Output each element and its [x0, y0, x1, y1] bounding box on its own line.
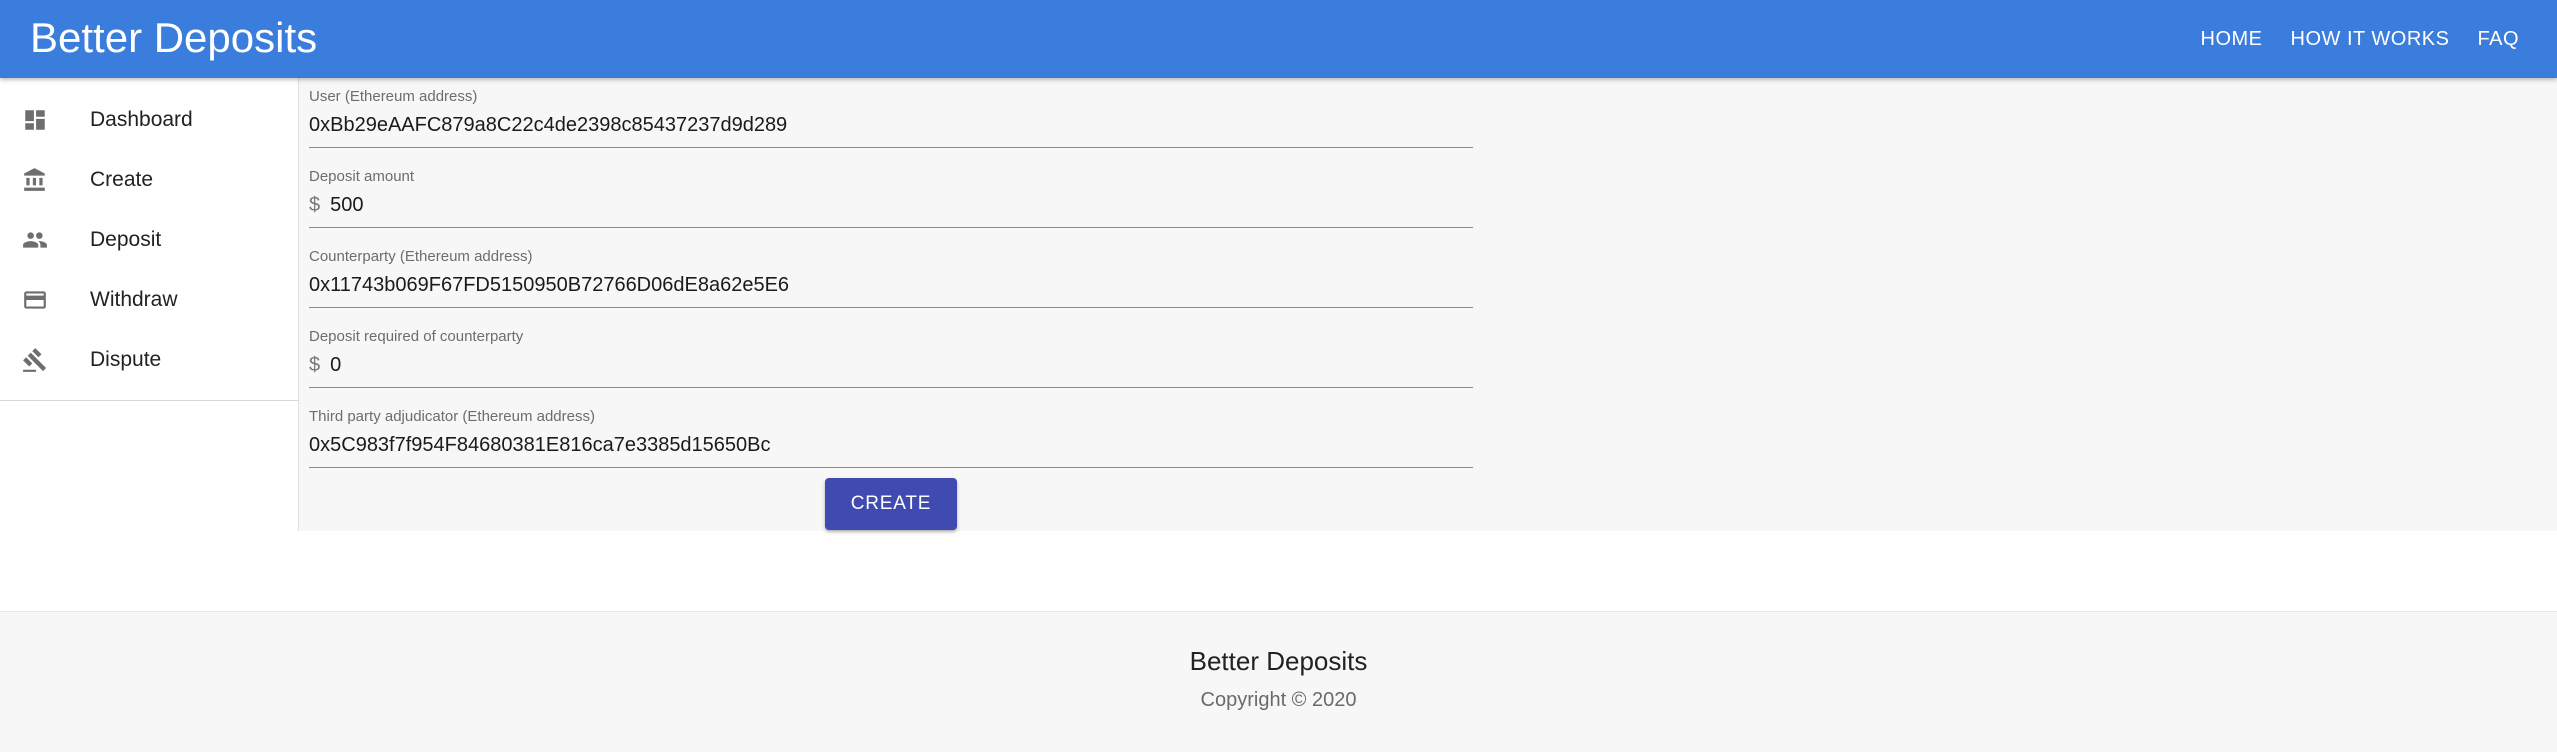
nav-how-it-works-link[interactable]: HOW IT WORKS	[2277, 28, 2464, 51]
create-form: User (Ethereum address) 0xBb29eAAFC879a8…	[299, 78, 2557, 531]
nav-faq-link[interactable]: FAQ	[2463, 28, 2533, 51]
sidebar-item-label: Create	[90, 168, 154, 191]
counterparty-deposit-value: 0	[330, 354, 342, 376]
adjudicator-address-label: Third party adjudicator (Ethereum addres…	[309, 408, 595, 425]
user-address-label: User (Ethereum address)	[309, 88, 478, 105]
sidebar-item-label: Withdraw	[90, 288, 178, 311]
counterparty-address-input[interactable]: 0x11743b069F67FD5150950B72766D06dE8a62e5…	[309, 274, 789, 297]
create-button[interactable]: CREATE	[825, 478, 957, 530]
sidebar: Dashboard Create Deposit Withdraw Disput…	[0, 78, 299, 531]
sidebar-item-dispute[interactable]: Dispute	[0, 330, 298, 390]
deposit-amount-value: 500	[330, 194, 364, 216]
gavel-icon	[22, 347, 48, 373]
sidebar-item-deposit[interactable]: Deposit	[0, 210, 298, 270]
deposit-amount-input[interactable]: $500	[309, 194, 364, 217]
app-bar: Better Deposits HOME HOW IT WORKS FAQ	[0, 0, 2557, 78]
footer-title: Better Deposits	[1189, 646, 1368, 676]
sidebar-item-withdraw[interactable]: Withdraw	[0, 270, 298, 330]
counterparty-address-field[interactable]: Counterparty (Ethereum address) 0x11743b…	[309, 238, 1473, 308]
people-icon	[22, 227, 48, 253]
counterparty-deposit-field[interactable]: Deposit required of counterparty $0	[309, 318, 1473, 388]
sidebar-list: Dashboard Create Deposit Withdraw Disput…	[0, 78, 298, 401]
bank-icon	[22, 167, 48, 193]
credit-card-icon	[22, 287, 48, 313]
deposit-amount-label: Deposit amount	[309, 168, 415, 185]
counterparty-deposit-label: Deposit required of counterparty	[309, 328, 524, 345]
user-address-input[interactable]: 0xBb29eAAFC879a8C22c4de2398c85437237d9d2…	[309, 114, 787, 137]
currency-prefix: $	[309, 354, 321, 376]
nav-home-link[interactable]: HOME	[2187, 28, 2277, 51]
brand-title[interactable]: Better Deposits	[30, 12, 317, 64]
currency-prefix: $	[309, 194, 321, 216]
footer: Better Deposits Copyright © 2020	[0, 611, 2557, 752]
deposit-amount-field[interactable]: Deposit amount $500	[309, 158, 1473, 228]
sidebar-item-dashboard[interactable]: Dashboard	[0, 90, 298, 150]
counterparty-deposit-input[interactable]: $0	[309, 354, 341, 377]
sidebar-item-label: Dashboard	[90, 108, 193, 131]
sidebar-item-create[interactable]: Create	[0, 150, 298, 210]
sidebar-item-label: Deposit	[90, 228, 162, 251]
counterparty-address-label: Counterparty (Ethereum address)	[309, 248, 533, 265]
sidebar-item-label: Dispute	[90, 348, 162, 371]
adjudicator-address-input[interactable]: 0x5C983f7f954F84680381E816ca7e3385d15650…	[309, 434, 771, 457]
footer-copyright: Copyright © 2020	[1200, 689, 1357, 711]
dashboard-icon	[22, 107, 48, 133]
user-address-field[interactable]: User (Ethereum address) 0xBb29eAAFC879a8…	[309, 78, 1473, 148]
top-nav: HOME HOW IT WORKS FAQ	[2187, 0, 2533, 78]
adjudicator-address-field[interactable]: Third party adjudicator (Ethereum addres…	[309, 398, 1473, 468]
